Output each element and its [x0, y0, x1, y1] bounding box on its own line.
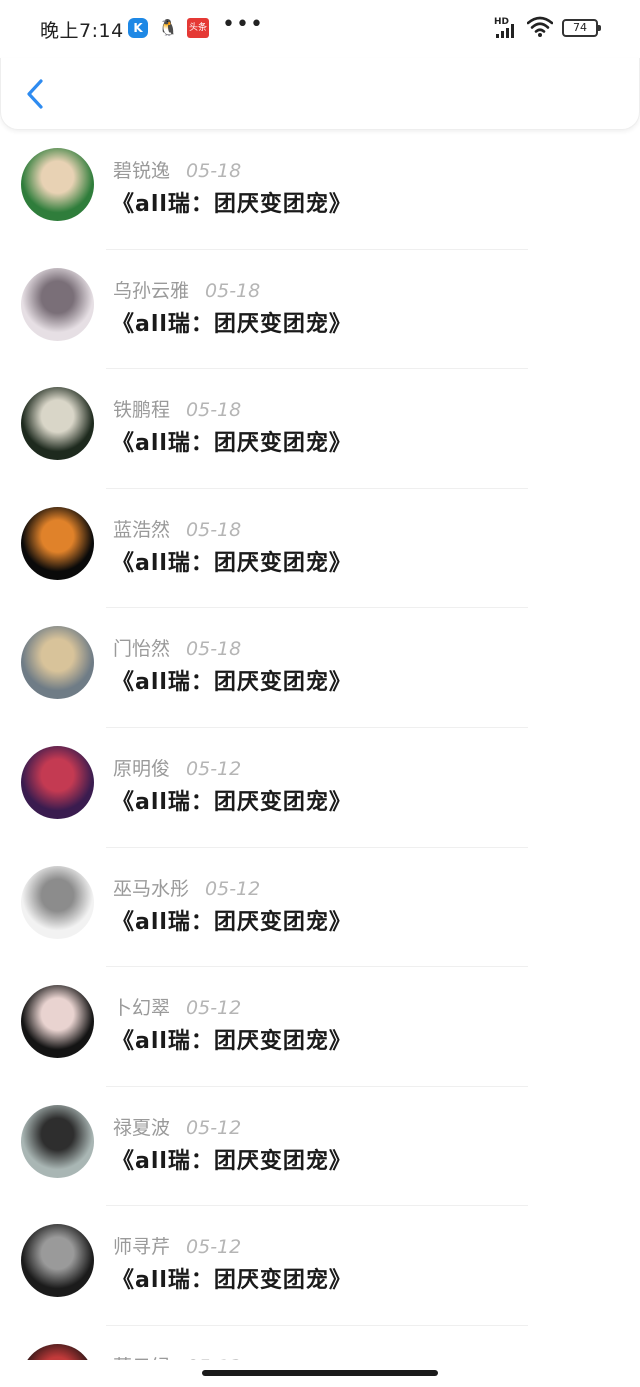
- author-name[interactable]: 蓝浩然: [113, 519, 170, 541]
- author-name[interactable]: 碧锐逸: [113, 160, 170, 182]
- author-name[interactable]: 禄夏波: [113, 1117, 170, 1139]
- item-meta: 铁鹏程 05-18: [113, 395, 241, 422]
- avatar[interactable]: [21, 1104, 94, 1178]
- post-date: 05-18: [186, 518, 242, 541]
- article-title[interactable]: 《all瑞：团厌变团宠》: [112, 1023, 352, 1055]
- status-bar: 晚上7:14 K 🐧 头条 ••• HD 74: [0, 0, 640, 58]
- item-meta: 原明俊 05-12: [113, 754, 241, 781]
- article-list: 碧锐逸 05-18 《all瑞：团厌变团宠》 乌孙云雅 05-18 《all瑞：团厌变团宠…: [0, 130, 640, 1360]
- wifi-icon: [527, 16, 553, 37]
- author-name[interactable]: 乌孙云雅: [113, 280, 189, 302]
- author-name[interactable]: 师寻芹: [113, 1236, 170, 1258]
- item-meta: 莫云绿 05-12: [113, 1352, 241, 1360]
- avatar[interactable]: [21, 1224, 94, 1298]
- post-date: 05-18: [186, 638, 242, 661]
- item-meta: 巫马水彤 05-12: [113, 874, 260, 901]
- more-notifications-icon: •••: [222, 12, 264, 37]
- author-name[interactable]: 铁鹏程: [113, 399, 170, 421]
- post-date: 05-18: [205, 279, 261, 302]
- avatar[interactable]: [21, 267, 94, 341]
- article-title[interactable]: 《all瑞：团厌变团宠》: [112, 904, 352, 936]
- post-date: 05-12: [186, 1356, 241, 1360]
- item-meta: 师寻芹 05-12: [113, 1232, 241, 1259]
- article-title[interactable]: 《all瑞：团厌变团宠》: [112, 306, 352, 338]
- chevron-left-icon[interactable]: [21, 76, 51, 112]
- list-item[interactable]: 原明俊 05-12 《all瑞：团厌变团宠》: [0, 728, 640, 848]
- avatar[interactable]: [21, 148, 94, 221]
- author-name[interactable]: 门怡然: [113, 638, 170, 660]
- avatar[interactable]: [21, 985, 94, 1059]
- list-item[interactable]: 碧锐逸 05-18 《all瑞：团厌变团宠》: [0, 130, 640, 250]
- article-title[interactable]: 《all瑞：团厌变团宠》: [112, 425, 352, 457]
- article-title[interactable]: 《all瑞：团厌变团宠》: [112, 545, 352, 577]
- list-item[interactable]: 乌孙云雅 05-18 《all瑞：团厌变团宠》: [0, 250, 640, 370]
- post-date: 05-12: [186, 997, 242, 1020]
- list-item[interactable]: 蓝浩然 05-18 《all瑞：团厌变团宠》: [0, 489, 640, 609]
- notification-toutiao-icon: 头条: [187, 18, 209, 38]
- avatar[interactable]: [21, 506, 94, 580]
- avatar[interactable]: [21, 1343, 94, 1360]
- avatar[interactable]: [21, 626, 94, 700]
- list-item[interactable]: 巫马水彤 05-12 《all瑞：团厌变团宠》: [0, 848, 640, 968]
- status-time: 晚上7:14: [40, 20, 124, 42]
- post-date: 05-12: [186, 1236, 242, 1259]
- item-meta: 蓝浩然 05-18: [113, 515, 241, 542]
- article-title[interactable]: 《all瑞：团厌变团宠》: [112, 784, 352, 816]
- post-date: 05-18: [186, 160, 242, 182]
- post-date: 05-12: [186, 757, 242, 780]
- post-date: 05-12: [205, 877, 261, 900]
- list-item[interactable]: 莫云绿05-12《all瑞：团厌变团宠》: [0, 1326, 640, 1360]
- article-title[interactable]: 《all瑞：团厌变团宠》: [112, 186, 352, 218]
- list-item[interactable]: 门怡然 05-18 《all瑞：团厌变团宠》: [0, 608, 640, 728]
- notification-k-icon: K: [128, 18, 148, 38]
- item-meta: 禄夏波 05-12: [113, 1113, 241, 1140]
- item-meta: 乌孙云雅 05-18: [113, 276, 260, 303]
- author-name[interactable]: 莫云绿: [113, 1356, 170, 1360]
- avatar[interactable]: [21, 387, 94, 461]
- article-title[interactable]: 《all瑞：团厌变团宠》: [112, 664, 352, 696]
- list-item[interactable]: 师寻芹 05-12 《all瑞：团厌变团宠》: [0, 1206, 640, 1326]
- article-title[interactable]: 《all瑞：团厌变团宠》: [112, 1262, 352, 1294]
- signal-icon: [496, 24, 518, 38]
- item-meta: 碧锐逸 05-18: [113, 156, 241, 183]
- post-date: 05-18: [186, 399, 242, 422]
- list-item[interactable]: 禄夏波 05-12 《all瑞：团厌变团宠》: [0, 1087, 640, 1207]
- nav-bar: [0, 58, 640, 130]
- notification-qq-icon: 🐧: [158, 18, 178, 37]
- post-date: 05-12: [186, 1116, 242, 1139]
- avatar[interactable]: [21, 745, 94, 819]
- home-indicator[interactable]: [202, 1370, 438, 1376]
- battery-icon: 74: [562, 19, 601, 37]
- item-meta: 门怡然 05-18: [113, 634, 241, 661]
- item-meta: 卜幻翠 05-12: [113, 993, 241, 1020]
- author-name[interactable]: 原明俊: [113, 758, 170, 780]
- article-title[interactable]: 《all瑞：团厌变团宠》: [112, 1143, 352, 1175]
- list-item[interactable]: 铁鹏程 05-18 《all瑞：团厌变团宠》: [0, 369, 640, 489]
- author-name[interactable]: 卜幻翠: [113, 997, 170, 1019]
- author-name[interactable]: 巫马水彤: [113, 878, 189, 900]
- avatar[interactable]: [21, 865, 94, 939]
- list-item[interactable]: 卜幻翠 05-12 《all瑞：团厌变团宠》: [0, 967, 640, 1087]
